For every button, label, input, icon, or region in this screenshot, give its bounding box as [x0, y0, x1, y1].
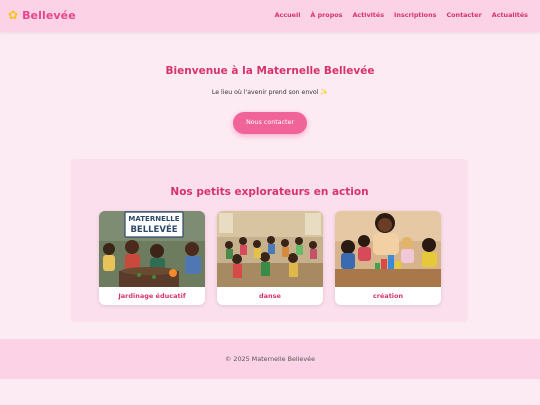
flower-icon: ✿: [8, 8, 19, 22]
gallery-section: Nos petits explorateurs en action MATERN…: [71, 159, 468, 322]
card-caption-gardening: Jardinage éducatif: [118, 292, 186, 300]
gallery-card-dance[interactable]: danse: [217, 211, 323, 305]
nav-activites[interactable]: Activités: [352, 11, 384, 19]
hero-subtitle: Le lieu où l'avenir prend son envol ✨: [211, 89, 329, 96]
nav-contacter[interactable]: Contacter: [446, 11, 481, 19]
nav-a-propos[interactable]: À propos: [310, 11, 342, 19]
sign-line-2: BELLEVÉE: [130, 223, 177, 235]
card-caption-creation: création: [372, 292, 404, 300]
nav-inscriptions[interactable]: Inscriptions: [394, 11, 436, 19]
gallery-title: Nos petits explorateurs en action: [170, 186, 369, 198]
hero-title: Bienvenue à la Maternelle Bellevée: [165, 65, 375, 77]
gallery-card-gardening[interactable]: MATERNELLE BELLEVÉE Jardinage éducatif: [99, 211, 205, 305]
site-header: ✿ Bellevée Accueil À propos Activités In…: [0, 0, 540, 32]
contact-button[interactable]: Nous contacter: [233, 112, 307, 134]
logo-text: Bellevée: [22, 8, 76, 22]
site-logo[interactable]: ✿ Bellevée: [8, 8, 76, 22]
nav-accueil[interactable]: Accueil: [275, 11, 301, 19]
gallery-card-creation[interactable]: création: [335, 211, 441, 305]
creation-photo: [335, 211, 441, 287]
gardening-photo: MATERNELLE BELLEVÉE: [99, 211, 205, 287]
nav-actualites[interactable]: Actualités: [492, 11, 528, 19]
sign-line-1: MATERNELLE: [128, 215, 179, 223]
main-nav: Accueil À propos Activités Inscriptions …: [275, 11, 528, 19]
dance-photo: [217, 211, 323, 287]
site-footer: © 2025 Maternelle Bellevée: [0, 339, 540, 379]
card-caption-dance: danse: [259, 292, 281, 300]
